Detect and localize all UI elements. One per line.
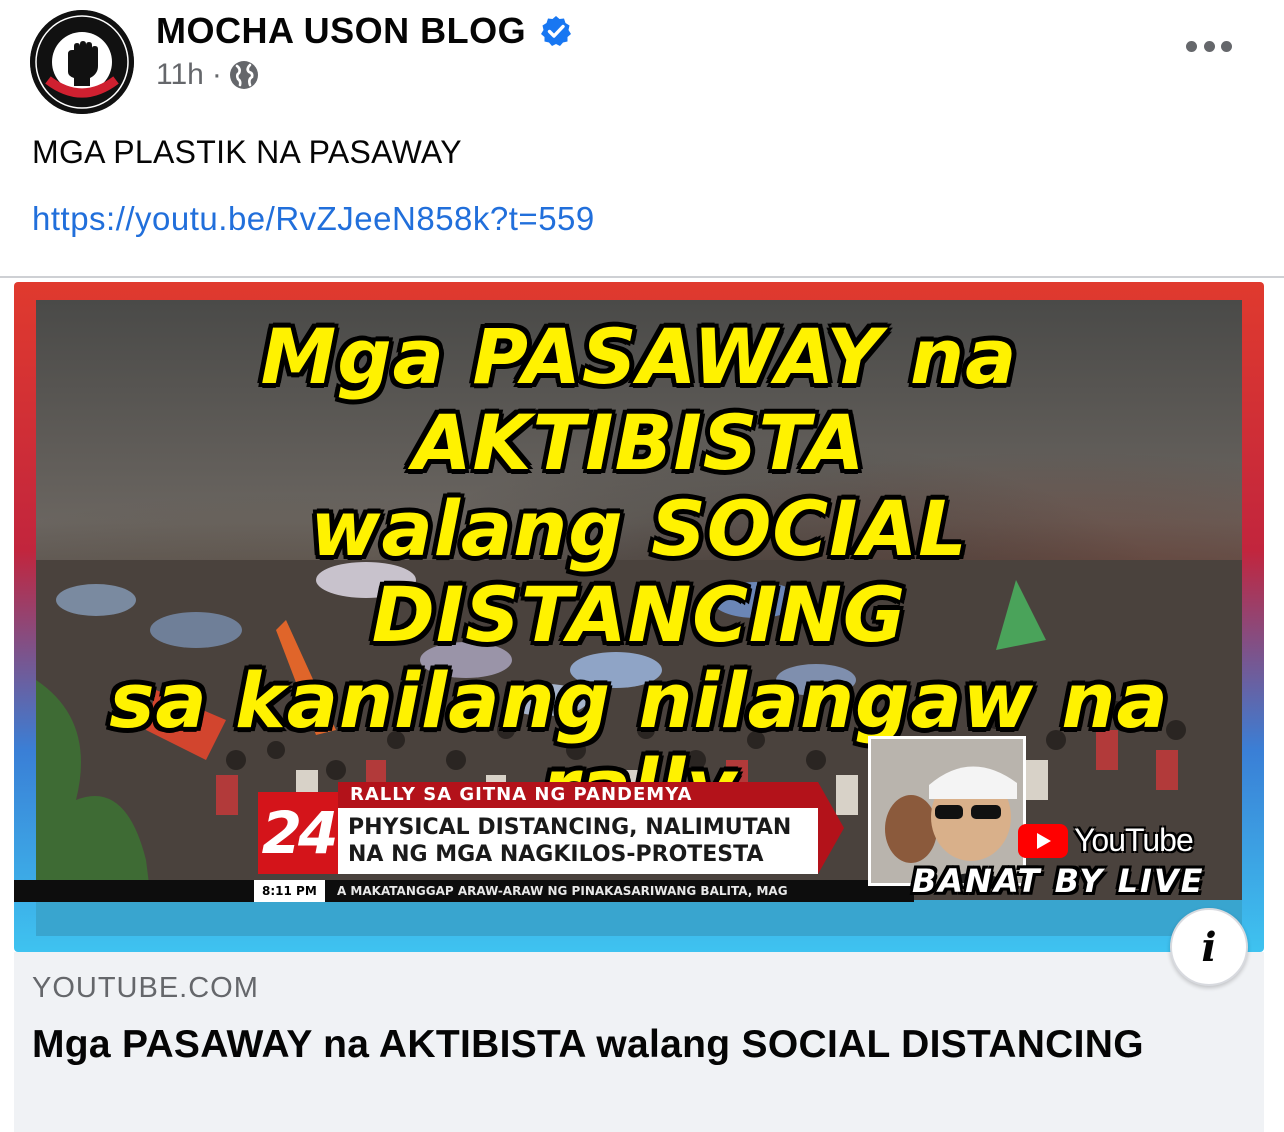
news-ticker: 8:11 PM A MAKATANGGAP ARAW-ARAW NG PINAK…	[14, 880, 914, 902]
post-meta: 11h ·	[156, 58, 260, 92]
page-avatar[interactable]	[30, 10, 134, 114]
post-text: MGA PLASTIK NA PASAWAY	[32, 134, 462, 170]
info-icon[interactable]: i	[1170, 908, 1248, 986]
globe-icon[interactable]	[228, 59, 260, 91]
more-dot	[1203, 40, 1215, 52]
page-name-text[interactable]: MOCHA USON BLOG	[156, 10, 526, 52]
news-lower-third-main: PHYSICAL DISTANCING, NALIMUTAN NA NG MGA…	[338, 808, 818, 874]
link-title[interactable]: Mga PASAWAY na AKTIBISTA walang SOCIAL D…	[32, 1022, 1232, 1068]
channel-banner: BANAT BY LIVE	[912, 862, 1205, 900]
headline-line-2: walang SOCIAL DISTANCING	[310, 484, 968, 659]
link-preview-card[interactable]: YOUTUBE.COM Mga PASAWAY na AKTIBISTA wal…	[14, 952, 1264, 1132]
meta-separator: ·	[211, 58, 222, 91]
post-link[interactable]: https://youtu.be/RvZJeeN858k?t=559	[32, 200, 595, 238]
youtube-wordmark: YouTube	[1074, 822, 1194, 858]
video-thumbnail[interactable]: Mga PASAWAY na AKTIBISTA walang SOCIAL D…	[14, 282, 1264, 952]
fist-logo-icon	[30, 10, 134, 114]
youtube-logo: YouTube	[1018, 822, 1194, 859]
more-dot	[1221, 40, 1232, 52]
youtube-play-icon	[1018, 823, 1068, 858]
more-options-icon[interactable]	[1186, 36, 1232, 56]
post-header: MOCHA USON BLOG 11h ·	[0, 0, 1284, 120]
news-channel-logo: 24	[258, 792, 338, 874]
post-timestamp[interactable]: 11h	[156, 58, 204, 92]
news-line-1: PHYSICAL DISTANCING, NALIMUTAN	[348, 815, 792, 840]
news-line-2: NA NG MGA NAGKILOS-PROTESTA	[348, 842, 764, 867]
page-name[interactable]: MOCHA USON BLOG	[156, 10, 572, 52]
ticker-time: 8:11 PM	[254, 880, 325, 902]
news-lower-third-top: RALLY SA GITNA NG PANDEMYA	[338, 782, 818, 808]
thumbnail-headline: Mga PASAWAY na AKTIBISTA walang SOCIAL D…	[36, 314, 1242, 830]
link-domain: YOUTUBE.COM	[32, 972, 259, 1004]
news-arrow	[818, 782, 844, 874]
more-dot	[1186, 40, 1197, 52]
ticker-text: A MAKATANGGAP ARAW-ARAW NG PINAKASARIWAN…	[336, 884, 788, 898]
divider	[0, 276, 1284, 278]
verified-badge-icon	[541, 16, 572, 46]
headline-line-1: Mga PASAWAY na AKTIBISTA	[260, 312, 1018, 487]
